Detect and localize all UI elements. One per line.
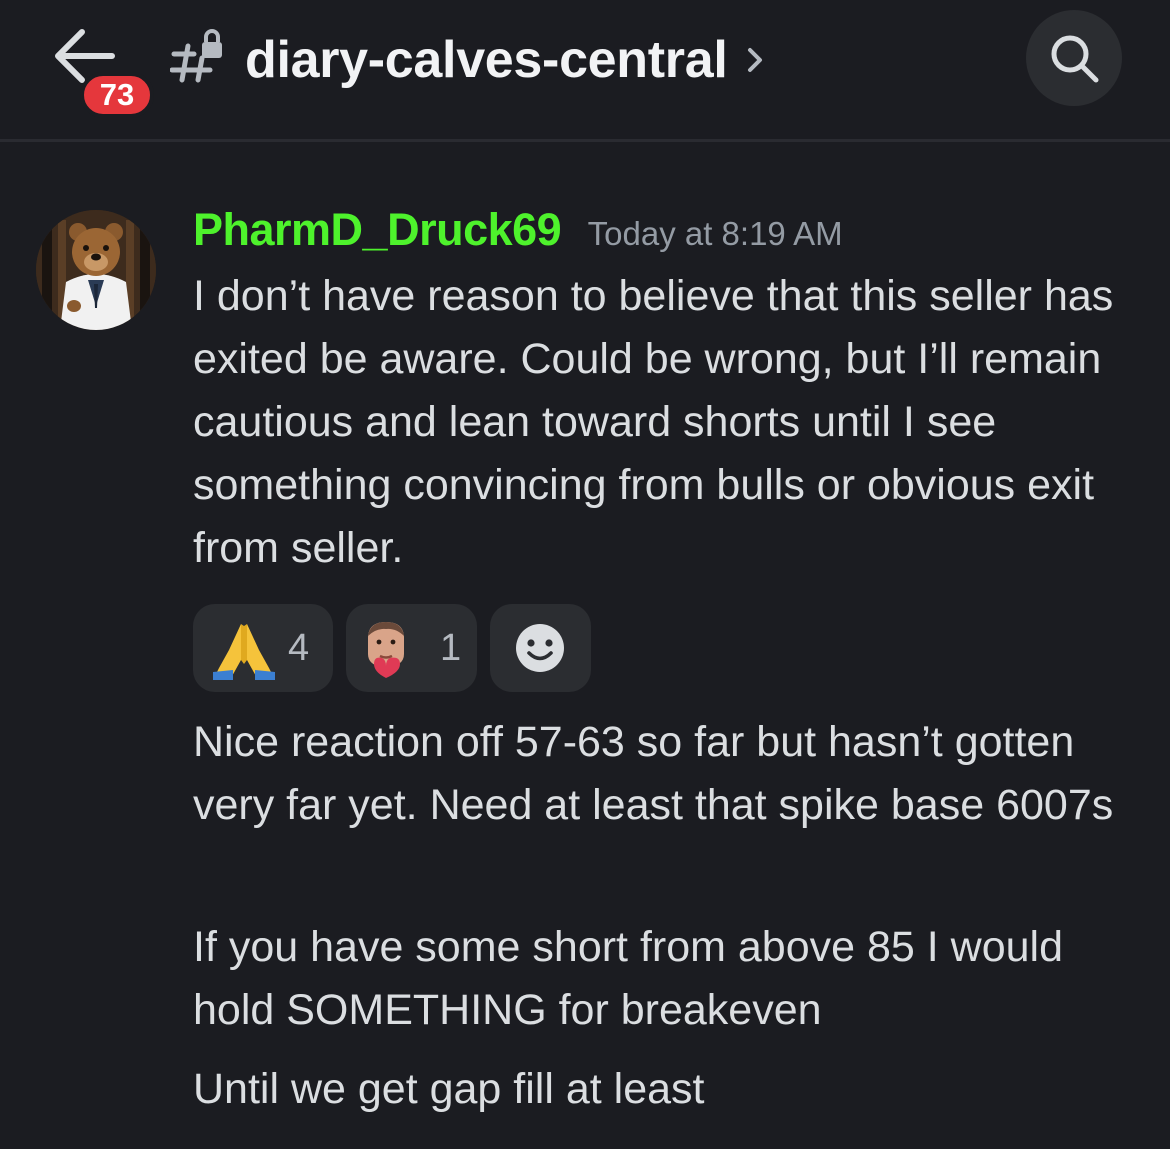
message-text: Until we get gap fill at least — [193, 1065, 705, 1113]
message-author[interactable]: PharmD_Druck69 — [193, 204, 562, 255]
search-icon — [1051, 35, 1099, 83]
bear-in-lab-coat-avatar — [36, 210, 156, 330]
message-text: If you have some short from above 85 I w… — [193, 923, 1064, 1034]
unread-count-badge: 73 — [80, 72, 154, 118]
channel-header: 73 diary-calves-central — [0, 0, 1170, 142]
hashtag-lock-icon — [170, 29, 222, 83]
channel-name[interactable]: diary-calves-central — [245, 30, 728, 90]
folded-hands-emoji — [213, 624, 275, 680]
message-text: I don’t have reason to believe that this… — [193, 272, 1114, 572]
chevron-right-icon[interactable] — [742, 45, 768, 75]
message-timestamp: Today at 8:19 AM — [587, 215, 843, 252]
message-header: PharmD_Druck69 Today at 8:19 AM — [193, 204, 843, 264]
smiley-add-reaction-icon — [516, 624, 564, 672]
reaction-folded-hands[interactable]: 4 — [193, 604, 333, 692]
custom-face-heart-emoji — [368, 622, 404, 678]
reaction-count: 1 — [440, 627, 462, 669]
search-button[interactable] — [1026, 10, 1122, 106]
reaction-count: 4 — [288, 627, 310, 669]
avatar[interactable] — [36, 210, 156, 330]
add-reaction-button[interactable] — [490, 604, 591, 692]
message-text: Nice reaction off 57-63 so far but hasn’… — [193, 718, 1114, 829]
reaction-custom-face[interactable]: 1 — [346, 604, 477, 692]
